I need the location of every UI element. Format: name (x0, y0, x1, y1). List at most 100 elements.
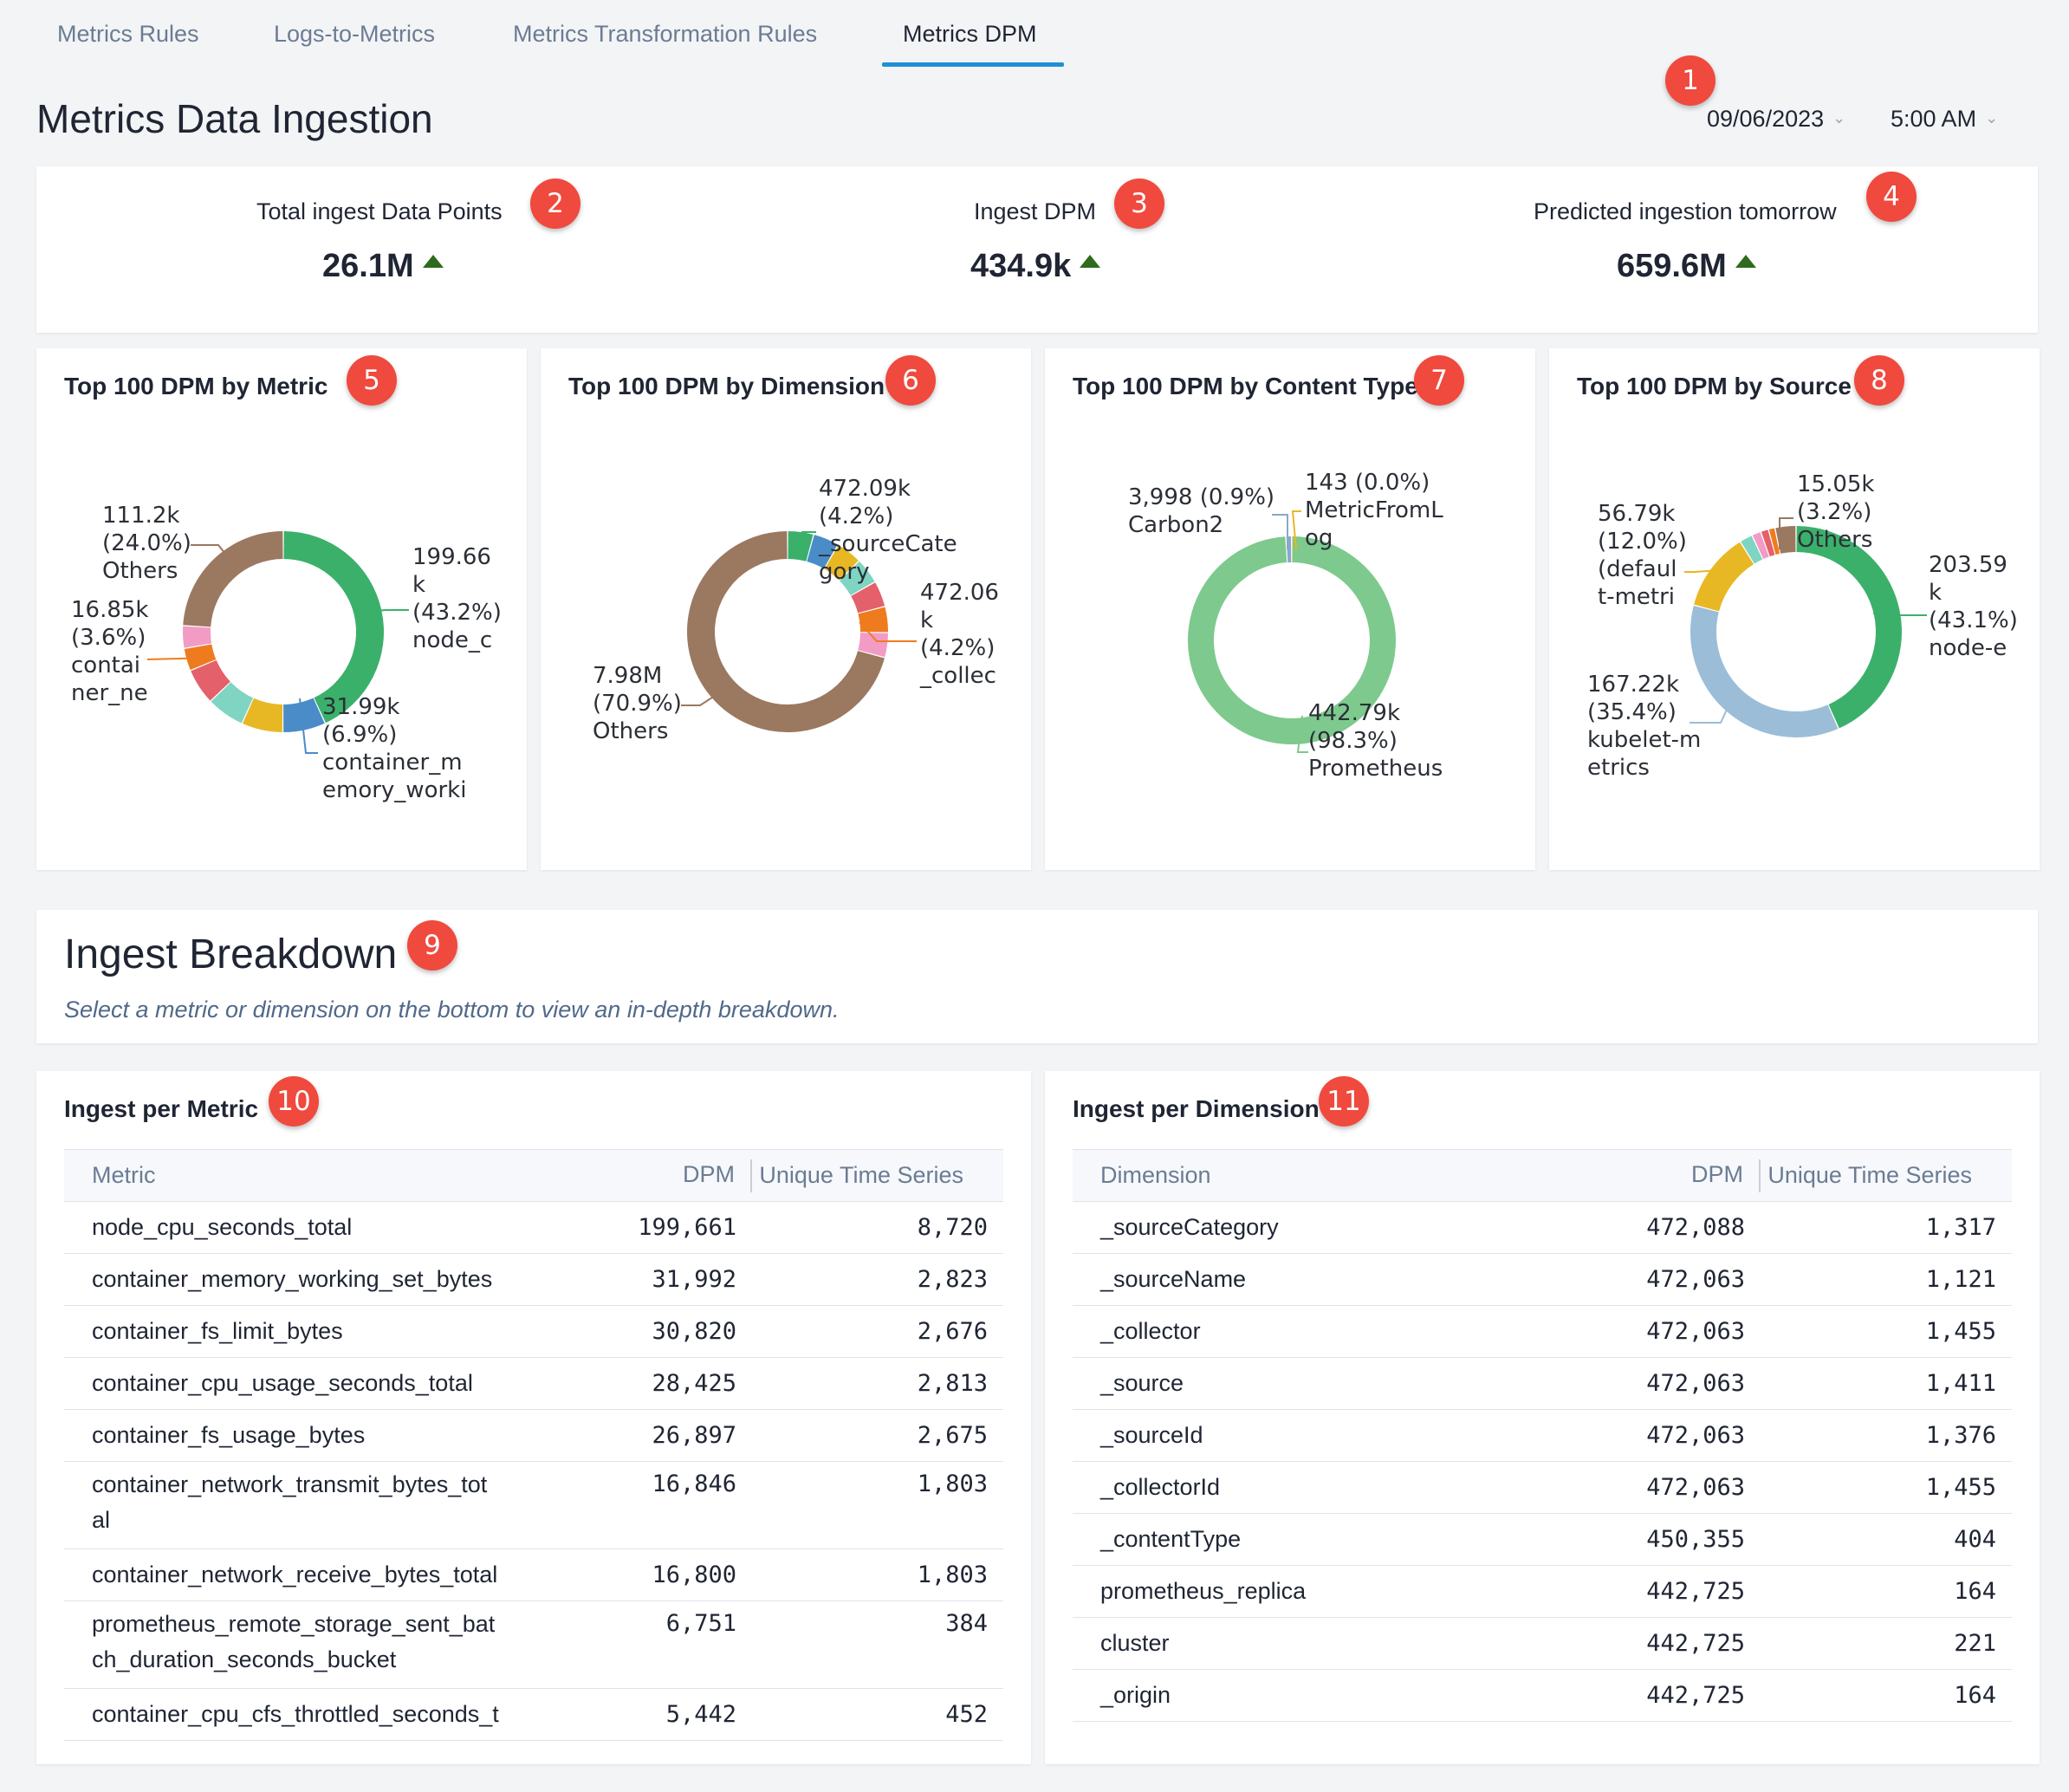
column-header-metric[interactable]: Metric (64, 1149, 575, 1202)
kpi-value-total: 26.1M (322, 248, 444, 285)
kpi-number: 659.6M (1617, 248, 1727, 284)
uts-value: 8,720 (752, 1201, 1003, 1254)
dimension-name: _sourceName (1073, 1253, 1584, 1306)
metric-name: container_fs_limit_bytes (64, 1305, 575, 1358)
time-value: 5:00 AM (1891, 106, 1977, 132)
dpm-value: 442,725 (1584, 1565, 1761, 1618)
metric-name-line: ch_duration_seconds_bucket (92, 1646, 397, 1672)
dpm-value: 16,800 (575, 1549, 752, 1601)
kpi-card: Total ingest Data Points 26.1M 2 Ingest … (36, 166, 2038, 333)
badge-11: 11 (1319, 1076, 1369, 1126)
table-row[interactable]: container_network_receive_bytes_total 16,… (64, 1549, 1003, 1601)
column-header-unique-time-series[interactable]: Unique Time Series (752, 1149, 1003, 1202)
kpi-number: 26.1M (322, 248, 414, 284)
date-picker[interactable]: 09/06/2023 ⌄ (1707, 106, 1845, 133)
trend-up-icon (1080, 255, 1101, 268)
dimension-name: prometheus_replica (1073, 1565, 1584, 1618)
table-row[interactable]: node_cpu_seconds_total 199,661 8,720 (64, 1201, 1003, 1254)
donut-slice[interactable] (183, 626, 212, 648)
column-header-label: DPM (683, 1160, 735, 1187)
tab-metrics-transformation-rules[interactable]: Metrics Transformation Rules (513, 21, 817, 48)
column-header-dpm[interactable]: DPM (1584, 1149, 1761, 1202)
dimension-name: _sourceCategory (1073, 1201, 1584, 1254)
metric-name: container_memory_working_set_bytes (64, 1253, 575, 1306)
donut-slice[interactable] (1796, 526, 1902, 729)
slice-data-label: 56.79k (12.0%) (defaul t-metri (1598, 501, 1687, 610)
slice-data-label: 16.85k (3.6%) contai ner_ne (71, 597, 149, 706)
slice-label-line: (12.0%) (1598, 529, 1687, 555)
column-header-dpm[interactable]: DPM (575, 1149, 752, 1202)
table-row[interactable]: prometheus_remote_storage_sent_bat ch_dur… (64, 1600, 1003, 1689)
slice-label-line: _collec (919, 663, 996, 689)
column-header-dimension[interactable]: Dimension (1073, 1149, 1584, 1202)
uts-value: 1,455 (1761, 1461, 2012, 1514)
table-row[interactable]: container_fs_usage_bytes 26,897 2,675 (64, 1409, 1003, 1462)
column-resize-handle[interactable] (750, 1159, 752, 1192)
table-row[interactable]: cluster 442,725 221 (1073, 1617, 2012, 1670)
slice-label-line: (4.2%) (920, 635, 995, 661)
slice-label-line: MetricFromL (1305, 497, 1443, 523)
kpi-value-predicted: 659.6M (1617, 248, 1756, 285)
table-row[interactable]: container_cpu_cfs_throttled_seconds_t 5,4… (64, 1688, 1003, 1741)
table-row[interactable]: _origin 442,725 164 (1073, 1669, 2012, 1722)
donut-slice[interactable] (1694, 542, 1754, 612)
table-row[interactable]: container_network_transmit_bytes_tot al 16… (64, 1461, 1003, 1549)
dpm-value: 30,820 (575, 1305, 752, 1358)
table-row[interactable]: _source 472,063 1,411 (1073, 1357, 2012, 1410)
badge-9: 9 (407, 920, 457, 971)
donut-slice[interactable] (1690, 606, 1839, 737)
dimension-name: cluster (1073, 1617, 1584, 1670)
slice-data-label: 472.06 k (4.2%) _collec (919, 580, 999, 689)
dpm-value: 472,063 (1584, 1253, 1761, 1306)
dpm-value: 442,725 (1584, 1669, 1761, 1722)
slice-label-line: 143 (0.0%) (1305, 470, 1430, 496)
table-row[interactable]: _collectorId 472,063 1,455 (1073, 1461, 2012, 1514)
slice-label-line: 167.22k (1587, 672, 1679, 698)
kpi-value-dpm: 434.9k (970, 248, 1101, 285)
slice-label-line: 199.66 (412, 544, 491, 570)
table-row[interactable]: _sourceId 472,063 1,376 (1073, 1409, 2012, 1462)
tab-metrics-rules[interactable]: Metrics Rules (57, 21, 199, 48)
table-row[interactable]: _sourceCategory 472,088 1,317 (1073, 1201, 2012, 1254)
slice-label-line: node_c (412, 627, 492, 653)
slice-label-line: t-metri (1598, 584, 1675, 610)
metric-name: node_cpu_seconds_total (64, 1201, 575, 1254)
time-picker[interactable]: 5:00 AM ⌄ (1891, 106, 1998, 133)
metric-name-line: al (92, 1507, 111, 1533)
table-row[interactable]: container_memory_working_set_bytes 31,992… (64, 1253, 1003, 1306)
column-header-label: DPM (1691, 1160, 1743, 1187)
chart-card-content-type: Top 100 DPM by Content Type 7 3,998 (0.9… (1045, 348, 1535, 870)
dpm-value: 472,063 (1584, 1409, 1761, 1462)
metric-name-line: prometheus_remote_storage_sent_bat (92, 1611, 496, 1637)
tab-logs-to-metrics[interactable]: Logs-to-Metrics (274, 21, 435, 48)
kpi-label-dpm: Ingest DPM (974, 198, 1097, 224)
slice-label-line: 111.2k (102, 503, 180, 529)
uts-value: 164 (1761, 1565, 2012, 1618)
dpm-value: 472,063 (1584, 1357, 1761, 1410)
table-row[interactable]: _collector 472,063 1,455 (1073, 1305, 2012, 1358)
slice-label-line: Others (102, 558, 178, 584)
table-row[interactable]: _sourceName 472,063 1,121 (1073, 1253, 2012, 1306)
dimension-name: _origin (1073, 1669, 1584, 1722)
slice-label-line: 472.06 (920, 580, 999, 606)
column-resize-handle[interactable] (1759, 1159, 1761, 1192)
dpm-value: 199,661 (575, 1201, 752, 1254)
slice-data-label: 167.22k (35.4%) kubelet-m etrics (1587, 672, 1701, 781)
uts-value: 164 (1761, 1669, 2012, 1722)
metric-name: container_fs_usage_bytes (64, 1409, 575, 1462)
table-row[interactable]: container_cpu_usage_seconds_total 28,425 2… (64, 1357, 1003, 1410)
slice-label-line: Others (593, 718, 668, 744)
table-row[interactable]: _contentType 450,355 404 (1073, 1513, 2012, 1566)
section-subtitle: Select a metric or dimension on the bott… (64, 997, 840, 1023)
uts-value: 1,317 (1761, 1201, 2012, 1254)
active-tab-indicator (882, 62, 1064, 67)
slice-data-label: 199.66 k (43.2%) node_c (412, 544, 502, 653)
table-row[interactable]: prometheus_replica 442,725 164 (1073, 1565, 2012, 1618)
column-header-unique-time-series[interactable]: Unique Time Series (1761, 1149, 2012, 1202)
section-title: Ingest Breakdown (64, 932, 398, 977)
table-header-row: Dimension DPM Unique Time Series (1073, 1149, 2012, 1202)
table-row[interactable]: container_fs_limit_bytes 30,820 2,676 (64, 1305, 1003, 1358)
tab-metrics-dpm[interactable]: Metrics DPM (903, 21, 1037, 48)
slice-data-label: 7.98M (70.9%) Others (593, 663, 682, 744)
slice-label-line: 31.99k (322, 694, 400, 720)
